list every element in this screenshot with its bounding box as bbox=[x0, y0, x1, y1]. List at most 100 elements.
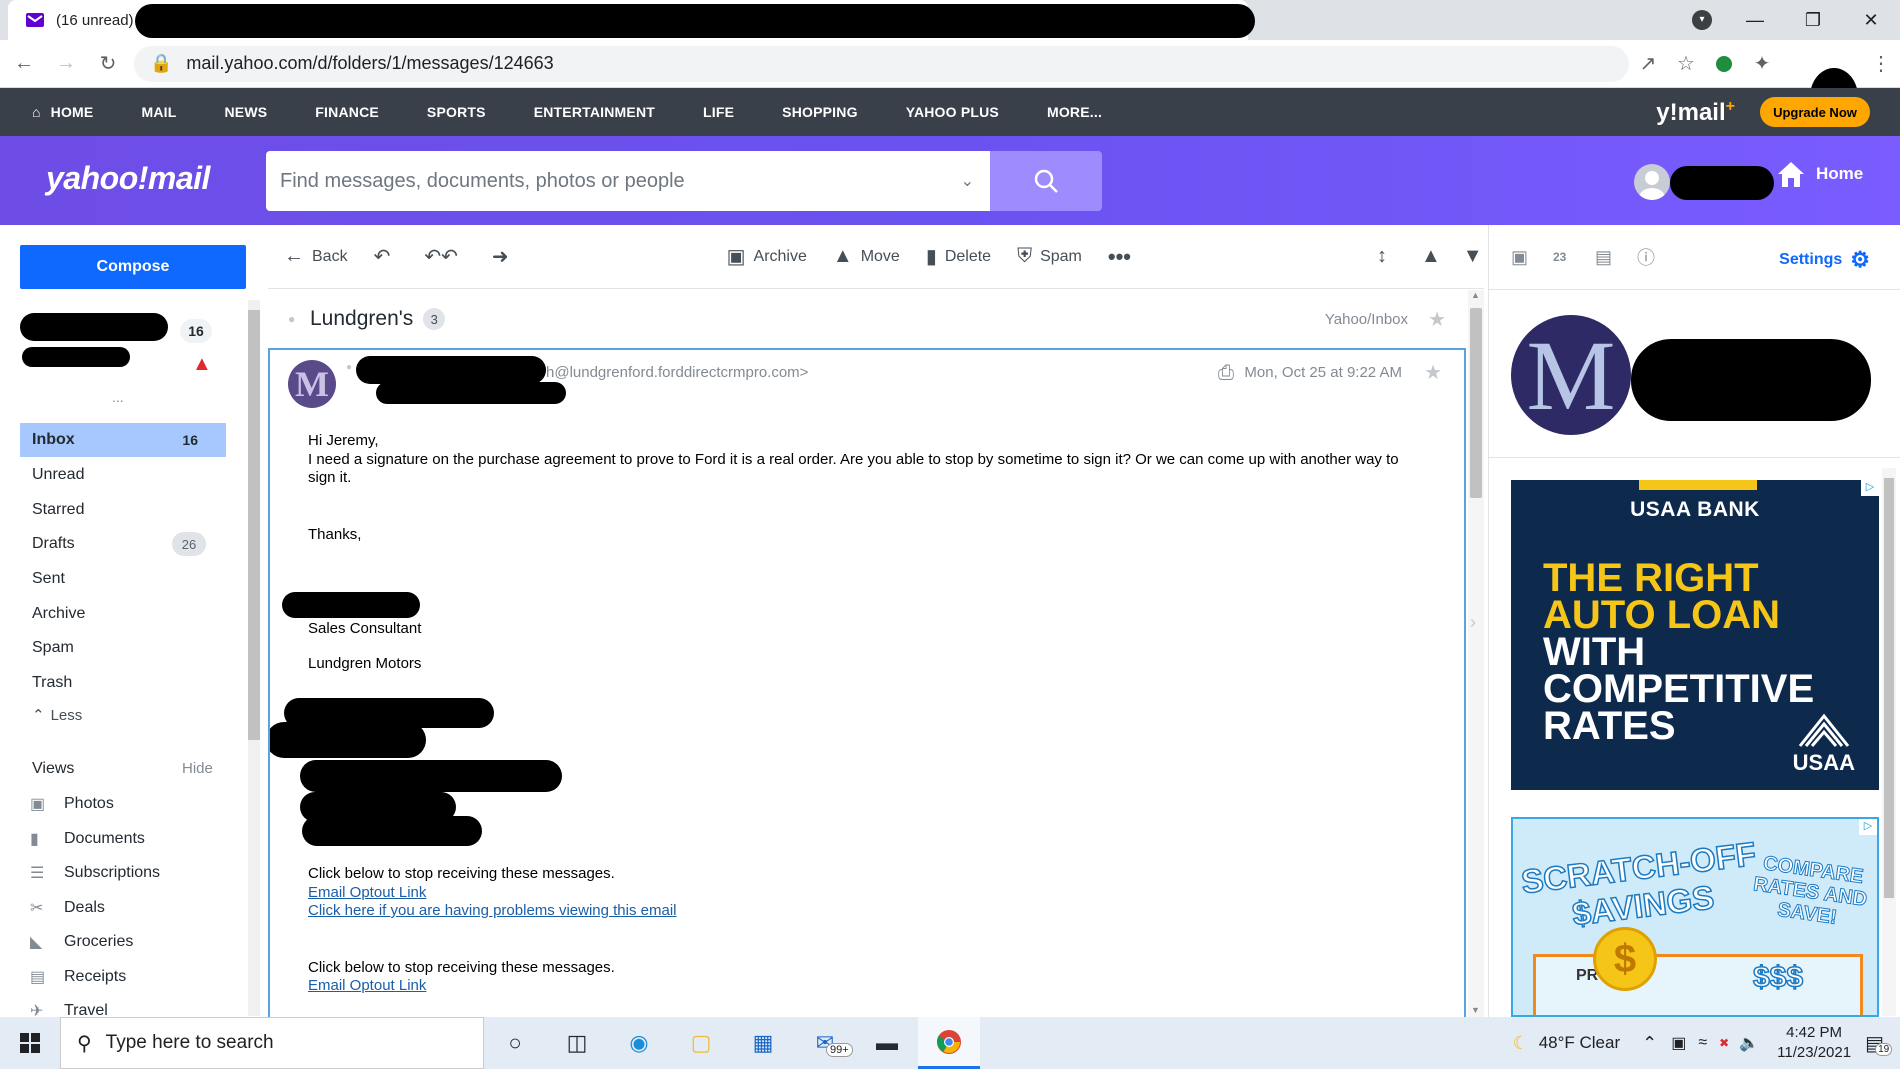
restore-button[interactable]: ❐ bbox=[1784, 10, 1842, 31]
clock[interactable]: 4:42 PM 11/23/2021 bbox=[1777, 1023, 1851, 1063]
view-groceries[interactable]: ◣ Groceries bbox=[30, 925, 133, 959]
nav-more[interactable]: MORE... bbox=[1023, 104, 1126, 120]
device-icon[interactable]: ▣ bbox=[1671, 1033, 1686, 1053]
contacts-icon[interactable]: ▣ bbox=[1511, 247, 1553, 268]
archive-button[interactable]: ▣ Archive bbox=[727, 244, 807, 269]
nav-yahoo-plus[interactable]: YAHOO PLUS bbox=[882, 104, 1023, 120]
compose-button[interactable]: Compose bbox=[20, 245, 246, 289]
usaa-ad[interactable]: ▷ USAA BANK THE RIGHT AUTO LOAN WITH COM… bbox=[1511, 480, 1879, 790]
expand-collapse-button[interactable]: ↕ bbox=[1377, 245, 1395, 268]
cortana-icon[interactable]: ○ bbox=[484, 1017, 546, 1069]
delete-button[interactable]: ▮ Delete bbox=[926, 244, 991, 269]
folder-archive[interactable]: Archive bbox=[20, 597, 226, 631]
unread-dot-icon[interactable]: ● bbox=[288, 312, 295, 326]
extensions-puzzle-icon[interactable]: ✦ bbox=[1743, 46, 1781, 82]
weather-text[interactable]: 48°F Clear bbox=[1539, 1033, 1620, 1053]
star-icon[interactable]: ★ bbox=[1428, 307, 1446, 332]
minimize-button[interactable]: — bbox=[1726, 10, 1784, 31]
help-icon[interactable]: ⓘ bbox=[1637, 244, 1679, 270]
scroll-thumb[interactable] bbox=[1470, 308, 1482, 498]
ad-choices-icon[interactable]: ▷ bbox=[1861, 480, 1879, 496]
folder-unread[interactable]: Unread bbox=[20, 458, 226, 492]
close-window-button[interactable]: ✕ bbox=[1842, 10, 1900, 31]
scroll-down-arrow-icon[interactable]: ▼ bbox=[1471, 1005, 1480, 1015]
upgrade-now-button[interactable]: Upgrade Now bbox=[1760, 97, 1870, 127]
star-icon[interactable]: ★ bbox=[1424, 360, 1442, 385]
forward-arrow-icon[interactable]: → bbox=[48, 46, 84, 82]
folder-spam[interactable]: Spam bbox=[20, 631, 226, 665]
views-hide-link[interactable]: Hide bbox=[182, 760, 213, 777]
optout-link[interactable]: Email Optout Link bbox=[308, 884, 426, 901]
notepad-icon[interactable]: ▤ bbox=[1595, 247, 1637, 268]
scroll-up-arrow-icon[interactable]: ▲ bbox=[1471, 290, 1480, 300]
view-documents[interactable]: ▮ Documents bbox=[30, 822, 145, 856]
rail-scrollbar[interactable] bbox=[1882, 468, 1896, 1016]
yahoo-mail-logo[interactable]: yahoo!mail bbox=[46, 160, 210, 197]
chrome-browser-icon[interactable] bbox=[918, 1017, 980, 1069]
file-explorer-icon[interactable]: ▢ bbox=[670, 1017, 732, 1069]
bookmark-star-icon[interactable]: ☆ bbox=[1667, 46, 1705, 82]
taskbar-search[interactable]: ⚲ Type here to search bbox=[60, 1017, 484, 1069]
extension-status-icon[interactable] bbox=[1705, 46, 1743, 82]
sidebar-scrollbar[interactable] bbox=[248, 300, 260, 1016]
view-receipts[interactable]: ▤ Receipts bbox=[30, 960, 126, 994]
print-icon[interactable]: ⎙ bbox=[1218, 362, 1234, 385]
scroll-thumb[interactable] bbox=[248, 310, 260, 740]
home-link[interactable]: Home bbox=[1776, 160, 1863, 188]
folder-inbox[interactable]: Inbox 16 bbox=[20, 423, 226, 457]
nav-entertainment[interactable]: ENTERTAINMENT bbox=[510, 104, 679, 120]
scroll-thumb[interactable] bbox=[1884, 478, 1894, 898]
search-input[interactable] bbox=[280, 169, 940, 193]
more-accounts-ellipsis[interactable]: ... bbox=[112, 389, 124, 405]
next-message-button[interactable]: ▼ bbox=[1463, 245, 1491, 268]
browser-menu-icon[interactable]: ⋮ bbox=[1862, 46, 1900, 82]
folder-trash[interactable]: Trash bbox=[20, 666, 226, 700]
volume-icon[interactable]: 🔈 bbox=[1739, 1033, 1759, 1053]
view-problem-link[interactable]: Click here if you are having problems vi… bbox=[308, 902, 677, 919]
folder-starred[interactable]: Starred bbox=[20, 493, 226, 527]
reply-button[interactable]: ↶ bbox=[374, 244, 399, 269]
chevron-down-icon[interactable]: ⌄ bbox=[961, 171, 974, 191]
forward-button[interactable]: ➜ bbox=[492, 244, 517, 269]
task-view-icon[interactable]: ◫ bbox=[546, 1017, 608, 1069]
chevron-right-icon[interactable]: › bbox=[1470, 612, 1476, 633]
nav-news[interactable]: NEWS bbox=[200, 104, 291, 120]
tab-search-icon[interactable]: ▾ bbox=[1692, 10, 1712, 30]
savings-ad[interactable]: ▷ SCRATCH-OFF $AVINGS COMPARE RATES AND SAV… bbox=[1511, 817, 1879, 1017]
start-button[interactable] bbox=[0, 1017, 60, 1069]
terminal-icon[interactable]: ▬ bbox=[856, 1017, 918, 1069]
address-bar[interactable]: 🔒 mail.yahoo.com/d/folders/1/messages/12… bbox=[134, 45, 1629, 82]
reply-all-button[interactable]: ↶↶ bbox=[424, 244, 466, 269]
folder-sent[interactable]: Sent bbox=[20, 562, 226, 596]
user-avatar[interactable] bbox=[1634, 164, 1670, 200]
reload-icon[interactable]: ↻ bbox=[90, 46, 126, 82]
settings-button[interactable]: Settings ⚙ bbox=[1779, 247, 1870, 273]
nav-life[interactable]: LIFE bbox=[679, 104, 758, 120]
notifications-icon[interactable]: ▤ 19 bbox=[1865, 1031, 1893, 1056]
less-toggle[interactable]: ⌃ Less bbox=[20, 698, 226, 732]
chevron-up-icon[interactable]: ⌃ bbox=[1642, 1033, 1657, 1054]
sender-email[interactable]: h@lundgrenford.forddirectcrmpro.com> bbox=[546, 364, 808, 381]
calendar-icon[interactable]: 23 bbox=[1553, 250, 1595, 264]
warning-icon[interactable]: ▲ bbox=[192, 353, 212, 376]
nav-sports[interactable]: SPORTS bbox=[403, 104, 510, 120]
folder-drafts[interactable]: Drafts 26 bbox=[20, 527, 226, 561]
edge-browser-icon[interactable]: ◉ bbox=[608, 1017, 670, 1069]
view-deals[interactable]: ✂ Deals bbox=[30, 891, 105, 925]
view-photos[interactable]: ▣ Photos bbox=[30, 787, 114, 821]
network-error-icon[interactable]: ✖ bbox=[1719, 1036, 1729, 1050]
nav-shopping[interactable]: SHOPPING bbox=[758, 104, 882, 120]
view-subscriptions[interactable]: ☰ Subscriptions bbox=[30, 856, 160, 890]
microsoft-store-icon[interactable]: ▦ bbox=[732, 1017, 794, 1069]
move-button[interactable]: ▲ Move bbox=[833, 245, 900, 268]
message-scrollbar[interactable]: ▲ ▼ bbox=[1468, 290, 1484, 1017]
search-button[interactable] bbox=[990, 151, 1102, 211]
nav-home[interactable]: ⌂ HOME bbox=[0, 104, 117, 120]
more-actions-button[interactable]: ••• bbox=[1108, 244, 1131, 270]
share-icon[interactable]: ↗ bbox=[1629, 46, 1667, 82]
back-button[interactable]: ← Back bbox=[284, 245, 348, 268]
nav-mail[interactable]: MAIL bbox=[117, 104, 200, 120]
spam-button[interactable]: ⛨ Spam bbox=[1017, 245, 1082, 268]
optout-link-2[interactable]: Email Optout Link bbox=[308, 977, 426, 994]
back-arrow-icon[interactable]: ← bbox=[6, 46, 42, 82]
